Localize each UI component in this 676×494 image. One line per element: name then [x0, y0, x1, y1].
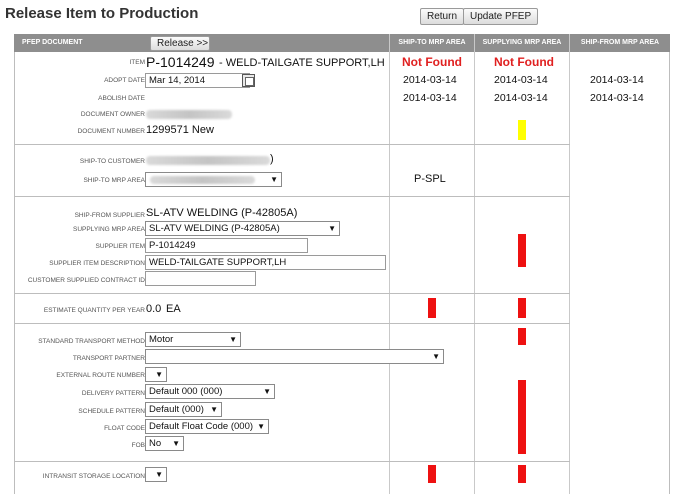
- section-divider: [14, 293, 570, 294]
- missing-data-flag: [518, 380, 526, 454]
- fob-label: FOB: [131, 442, 145, 449]
- customer-supplied-contract-id-label: CUSTOMER SUPPLIED CONTRACT ID: [27, 277, 145, 284]
- supplying-mrp-area-select[interactable]: SL-ATV WELDING (P-42805A) ▼: [145, 221, 340, 236]
- supplier-item-description-input[interactable]: WELD-TAILGATE SUPPORT,LH: [145, 255, 386, 270]
- item-number: P-1014249: [146, 54, 215, 70]
- abolish-date-label: ABOLISH DATE: [98, 95, 145, 102]
- calendar-icon[interactable]: [242, 74, 255, 87]
- supplying-status: Not Found: [494, 55, 554, 69]
- section-divider: [14, 196, 570, 197]
- ship-to-status: Not Found: [402, 55, 462, 69]
- schedule-pattern-select[interactable]: Default (000) ▼: [145, 402, 222, 417]
- missing-data-flag: [518, 465, 526, 483]
- estimate-quantity-value: 0.0: [146, 303, 162, 315]
- ship-to-mrp-area-label: SHIP-TO MRP AREA: [83, 177, 145, 184]
- estimate-quantity-per-year-label: ESTIMATE QUANTITY PER YEAR: [43, 307, 145, 314]
- chevron-down-icon: ▼: [172, 439, 180, 448]
- ship-to-mrp-area-select[interactable]: ▼: [145, 172, 282, 187]
- chevron-down-icon: ▼: [432, 352, 440, 361]
- supplier-item-label: SUPPLIER ITEM: [95, 243, 145, 250]
- ship-to-adopt-date: 2014-03-14: [403, 74, 457, 86]
- schedule-pattern-label: SCHEDULE PATTERN: [78, 408, 145, 415]
- redacted-document-owner: [146, 110, 232, 119]
- section-divider: [14, 144, 570, 145]
- header-supplying-mrp-area: SUPPLYING MRP AREA: [475, 34, 569, 52]
- supplier-item-description-label: SUPPLIER ITEM DESCRIPTION: [49, 260, 145, 267]
- adopt-date-label: ADOPT DATE: [104, 77, 145, 84]
- chevron-down-icon: ▼: [210, 405, 218, 414]
- external-route-number-select[interactable]: ▼: [145, 367, 167, 382]
- adopt-date-input[interactable]: Mar 14, 2014: [145, 73, 250, 88]
- float-code-select[interactable]: Default Float Code (000) ▼: [145, 419, 269, 434]
- ship-to-customer-paren: ): [270, 153, 274, 165]
- external-route-number-label: EXTERNAL ROUTE NUMBER: [56, 372, 145, 379]
- missing-data-flag: [518, 328, 526, 345]
- chevron-down-icon: ▼: [328, 224, 336, 233]
- missing-data-flag: [428, 298, 436, 318]
- ship-to-mrp-area-code: P-SPL: [414, 173, 446, 185]
- chevron-down-icon: ▼: [229, 335, 237, 344]
- delivery-pattern-value: Default 000 (000): [149, 386, 223, 397]
- standard-transport-method-value: Motor: [149, 334, 174, 345]
- chevron-down-icon: ▼: [155, 470, 163, 479]
- intransit-storage-location-select[interactable]: ▼: [145, 467, 167, 482]
- warning-flag: [518, 120, 526, 140]
- transport-partner-select[interactable]: ▼: [145, 349, 444, 364]
- missing-data-flag: [518, 234, 526, 267]
- ship-to-customer-label: SHIP-TO CUSTOMER: [79, 158, 145, 165]
- item-description: - WELD-TAILGATE SUPPORT,LH: [219, 57, 385, 69]
- section-divider: [14, 461, 570, 462]
- document-number-label: DOCUMENT NUMBER: [77, 128, 145, 135]
- fob-value: No: [149, 438, 162, 449]
- chevron-down-icon: ▼: [263, 387, 271, 396]
- chevron-down-icon: ▼: [155, 370, 163, 379]
- column-divider: [474, 34, 475, 494]
- intransit-storage-location-label: INTRANSIT STORAGE LOCATION: [42, 473, 145, 480]
- supplying-abolish-date: 2014-03-14: [494, 92, 548, 104]
- missing-data-flag: [518, 298, 526, 318]
- missing-data-flag: [428, 465, 436, 483]
- schedule-pattern-value: Default (000): [149, 404, 204, 415]
- ship-from-adopt-date: 2014-03-14: [590, 74, 644, 86]
- document-owner-label: DOCUMENT OWNER: [80, 111, 145, 118]
- delivery-pattern-select[interactable]: Default 000 (000) ▼: [145, 384, 275, 399]
- supplying-adopt-date: 2014-03-14: [494, 74, 548, 86]
- float-code-label: FLOAT CODE: [104, 425, 145, 432]
- redacted-ship-to-customer: [146, 156, 270, 165]
- fob-select[interactable]: No ▼: [145, 436, 184, 451]
- release-button[interactable]: Release >>: [150, 36, 210, 51]
- column-divider: [569, 34, 570, 494]
- standard-transport-method-label: STANDARD TRANSPORT METHOD: [38, 338, 145, 345]
- return-button[interactable]: Return: [420, 8, 465, 25]
- item-label: ITEM: [129, 59, 145, 66]
- customer-supplied-contract-id-input[interactable]: [145, 271, 256, 286]
- ship-from-abolish-date: 2014-03-14: [590, 92, 644, 104]
- header-ship-from-mrp-area: SHIP-FROM MRP AREA: [570, 34, 670, 52]
- chevron-down-icon: ▼: [270, 175, 278, 184]
- redacted-ship-to-mrp-area: [150, 176, 255, 184]
- supplying-mrp-area-value: SL-ATV WELDING (P-42805A): [149, 223, 280, 234]
- ship-from-supplier-value: SL-ATV WELDING (P-42805A): [146, 207, 298, 219]
- chevron-down-icon: ▼: [257, 422, 265, 431]
- supplying-mrp-area-label: SUPPLYING MRP AREA: [72, 226, 145, 233]
- ship-from-supplier-label: SHIP-FROM SUPPLIER: [74, 212, 145, 219]
- transport-partner-label: TRANSPORT PARTNER: [72, 355, 145, 362]
- standard-transport-method-select[interactable]: Motor ▼: [145, 332, 241, 347]
- supplier-item-input[interactable]: P-1014249: [145, 238, 308, 253]
- document-number: 1299571 New: [146, 124, 214, 136]
- header-ship-to-mrp-area: SHIP-TO MRP AREA: [390, 34, 474, 52]
- column-divider: [389, 34, 390, 494]
- delivery-pattern-label: DELIVERY PATTERN: [81, 390, 145, 397]
- section-divider: [14, 323, 570, 324]
- update-pfep-button[interactable]: Update PFEP: [463, 8, 539, 25]
- float-code-value: Default Float Code (000): [149, 421, 254, 432]
- estimate-quantity-unit: EA: [166, 303, 181, 315]
- page-title: Release Item to Production: [5, 5, 199, 22]
- ship-to-abolish-date: 2014-03-14: [403, 92, 457, 104]
